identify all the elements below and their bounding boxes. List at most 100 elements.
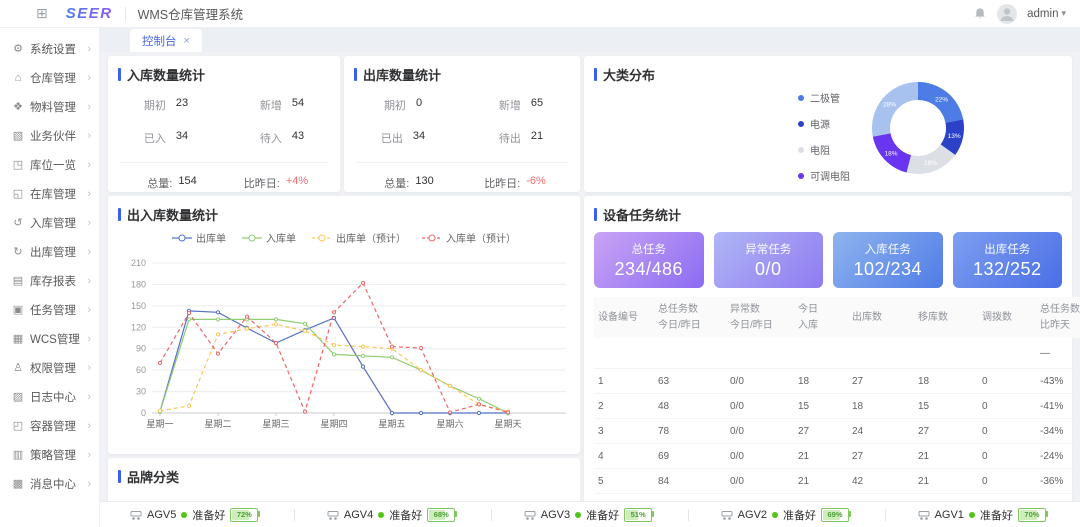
agv-status-label: 准备好 bbox=[192, 507, 225, 523]
chevron-right-icon: › bbox=[87, 246, 91, 258]
agv-status-bar: AGV5准备好72%AGV4准备好68%AGV3准备好51%AGV2准备好69%… bbox=[100, 501, 1080, 527]
battery-percent: 69% bbox=[828, 510, 843, 519]
legend-item[interactable]: 入库单 bbox=[242, 230, 296, 245]
svg-text:19%: 19% bbox=[924, 160, 937, 167]
agv-robot-icon bbox=[918, 509, 930, 521]
sidebar-item-in-stock[interactable]: ◱在库管理› bbox=[0, 179, 99, 208]
legend-item[interactable]: 电阻 bbox=[798, 142, 850, 157]
sidebar-item-inbound[interactable]: ↺入库管理› bbox=[0, 208, 99, 237]
apps-grid-icon[interactable]: ⊞ bbox=[36, 5, 48, 22]
column-header: 出库数 bbox=[848, 297, 914, 338]
legend-item[interactable]: 电源 bbox=[798, 116, 850, 131]
sidebar-item-report[interactable]: ▤库存报表› bbox=[0, 266, 99, 295]
agv-status-agv4[interactable]: AGV4准备好68% bbox=[327, 507, 459, 523]
permissions-icon: ♙ bbox=[11, 361, 25, 374]
sidebar-item-strategy[interactable]: ▥策略管理› bbox=[0, 440, 99, 469]
divider bbox=[688, 509, 689, 521]
tab-console[interactable]: 控制台 × bbox=[130, 29, 202, 52]
card-title: 出库数量统计 bbox=[344, 56, 580, 89]
sidebar-item-messages[interactable]: ▩消息中心› bbox=[0, 469, 99, 498]
chevron-right-icon: › bbox=[87, 188, 91, 200]
sidebar-item-containers[interactable]: ◰容器管理› bbox=[0, 411, 99, 440]
task-tile: 入库任务102/234 bbox=[833, 232, 943, 288]
main-area: 控制台 × 入库数量统计 期初23 新增54 已入34 待入43 总量:154 … bbox=[100, 28, 1080, 501]
table-cell: -41% bbox=[1036, 394, 1080, 419]
close-icon[interactable]: × bbox=[184, 35, 190, 47]
sidebar-item-outbound[interactable]: ↻出库管理› bbox=[0, 237, 99, 266]
svg-text:120: 120 bbox=[131, 322, 146, 332]
table-row: 5840/02142210-36% bbox=[594, 469, 1080, 494]
sidebar-item-label: 日志中心 bbox=[30, 389, 76, 405]
device-tasks-card: 设备任务统计 总任务234/486异常任务0/0入库任务102/234出库任务1… bbox=[584, 196, 1072, 501]
sidebar-item-label: 在库管理 bbox=[30, 186, 76, 202]
sidebar-item-warehouse[interactable]: ⌂仓库管理› bbox=[0, 63, 99, 92]
partners-icon: ▧ bbox=[11, 129, 25, 142]
table-cell bbox=[914, 338, 978, 369]
chevron-right-icon: › bbox=[87, 304, 91, 316]
stat-pair: 期初23 bbox=[144, 97, 188, 113]
sidebar-item-materials[interactable]: ❖物料管理› bbox=[0, 92, 99, 121]
tile-label: 异常任务 bbox=[745, 241, 791, 257]
avatar[interactable] bbox=[997, 4, 1017, 24]
legend-item[interactable]: 二极管 bbox=[798, 90, 850, 105]
agv-status-agv3[interactable]: AGV3准备好51% bbox=[524, 507, 656, 523]
title-accent bbox=[118, 68, 121, 81]
title-accent bbox=[594, 68, 597, 81]
card-title: 入库数量统计 bbox=[108, 56, 340, 89]
svg-text:星期天: 星期天 bbox=[494, 419, 521, 429]
sidebar-item-locations[interactable]: ◳库位一览› bbox=[0, 150, 99, 179]
column-header: 总任务数比昨天 bbox=[1036, 297, 1080, 338]
title-accent bbox=[594, 208, 597, 221]
ready-dot bbox=[772, 512, 778, 518]
sidebar-item-gear[interactable]: ⚙系统设置› bbox=[0, 34, 99, 63]
legend-dot bbox=[798, 121, 804, 127]
chevron-right-icon: › bbox=[87, 101, 91, 113]
sidebar-item-tasks[interactable]: ▣任务管理› bbox=[0, 295, 99, 324]
title-accent bbox=[118, 208, 121, 221]
agv-status-agv5[interactable]: AGV5准备好72% bbox=[130, 507, 262, 523]
legend-label: 电阻 bbox=[810, 142, 830, 157]
sidebar-item-label: 出库管理 bbox=[30, 244, 76, 260]
task-tile: 出库任务132/252 bbox=[953, 232, 1063, 288]
svg-text:22%: 22% bbox=[935, 96, 948, 103]
svg-text:0: 0 bbox=[141, 408, 146, 418]
sidebar-item-logs[interactable]: ▨日志中心› bbox=[0, 382, 99, 411]
stat-pair: 待出21 bbox=[499, 130, 543, 146]
legend-item[interactable]: 出库单 bbox=[172, 230, 226, 245]
table-row: 2480/01518150-41% bbox=[594, 394, 1080, 419]
agv-name: AGV2 bbox=[738, 509, 767, 521]
ready-dot bbox=[575, 512, 581, 518]
legend-item[interactable]: 出库单（预计） bbox=[312, 230, 406, 245]
legend-marker bbox=[312, 234, 332, 242]
sidebar-item-wcs[interactable]: ▦WCS管理› bbox=[0, 324, 99, 353]
sidebar-item-permissions[interactable]: ♙权限管理› bbox=[0, 353, 99, 382]
agv-status-agv1[interactable]: AGV1准备好70% bbox=[918, 507, 1050, 523]
user-menu[interactable]: admin ▾ bbox=[1027, 8, 1066, 20]
agv-status-label: 准备好 bbox=[586, 507, 619, 523]
strategy-icon: ▥ bbox=[11, 448, 25, 461]
table-cell bbox=[794, 338, 848, 369]
table-cell bbox=[848, 338, 914, 369]
sidebar-item-partners[interactable]: ▧业务伙伴› bbox=[0, 121, 99, 150]
table-row: 1630/01827180-43% bbox=[594, 369, 1080, 394]
sidebar-item-label: 入库管理 bbox=[30, 215, 76, 231]
agv-status-agv2[interactable]: AGV2准备好69% bbox=[721, 507, 853, 523]
table-cell: — bbox=[1036, 338, 1080, 369]
table-cell: 21 bbox=[914, 444, 978, 469]
stat-pair: 已入34 bbox=[144, 130, 188, 146]
agv-robot-icon bbox=[721, 509, 733, 521]
table-cell: 3 bbox=[594, 419, 654, 444]
svg-text:30: 30 bbox=[136, 387, 146, 397]
battery-percent: 70% bbox=[1024, 510, 1039, 519]
bell-icon[interactable] bbox=[973, 7, 987, 21]
battery-percent: 72% bbox=[237, 510, 252, 519]
table-cell: 15 bbox=[914, 394, 978, 419]
topbar: ⊞ SEER WMS仓库管理系统 admin ▾ bbox=[0, 0, 1080, 28]
legend-item[interactable]: 可调电阻 bbox=[798, 168, 850, 183]
table-cell: 5 bbox=[594, 469, 654, 494]
app-title: WMS仓库管理系统 bbox=[138, 4, 244, 23]
svg-text:星期六: 星期六 bbox=[436, 418, 463, 429]
table-cell: 0 bbox=[978, 419, 1036, 444]
stat-pair: 新增54 bbox=[260, 97, 304, 113]
legend-item[interactable]: 入库单（预计） bbox=[422, 230, 516, 245]
